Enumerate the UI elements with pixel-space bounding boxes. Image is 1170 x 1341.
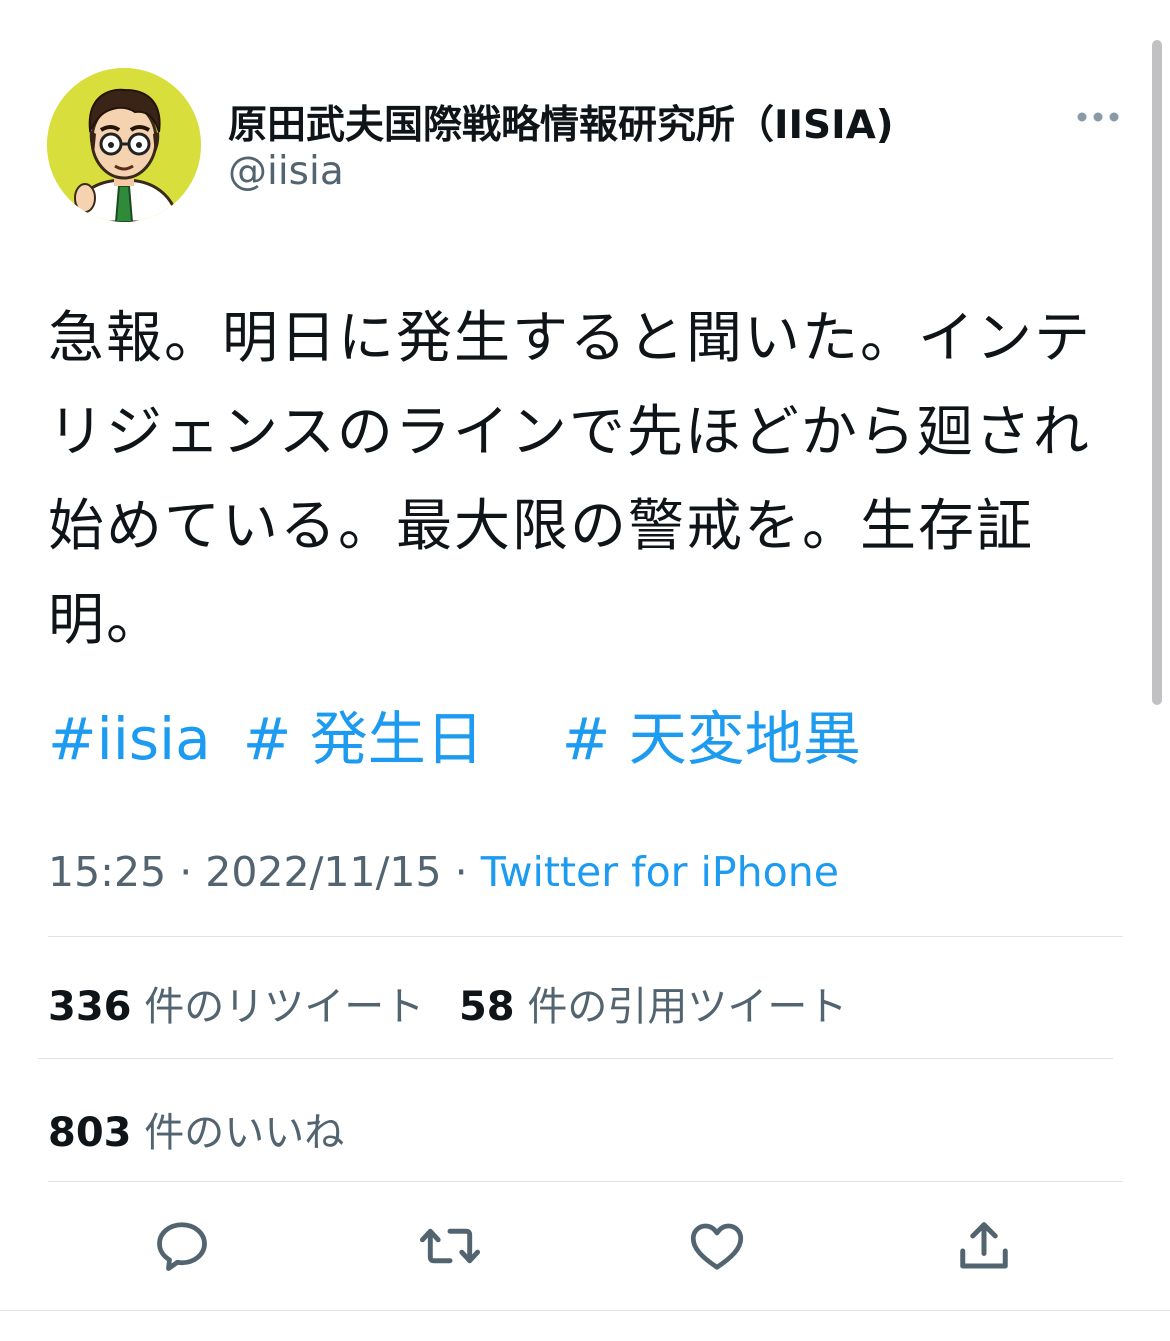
retweet-label: 件のリツイート bbox=[144, 984, 425, 1030]
divider bbox=[0, 1310, 1170, 1311]
more-dots-icon bbox=[1077, 112, 1119, 122]
meta-separator: · bbox=[166, 848, 206, 896]
reply-icon bbox=[157, 1222, 207, 1271]
quote-label: 件の引用ツイート bbox=[527, 984, 848, 1030]
retweet-icon bbox=[419, 1228, 481, 1264]
divider bbox=[48, 936, 1123, 937]
hashtag-link[interactable]: # 発生日 bbox=[243, 705, 484, 773]
like-label: 件のいいね bbox=[144, 1110, 345, 1156]
hashtag-link[interactable]: #iisia bbox=[48, 705, 211, 773]
divider bbox=[38, 1058, 1113, 1059]
likes-stat[interactable]: 803 件のいいね bbox=[48, 1110, 344, 1156]
user-handle[interactable]: @iisia bbox=[228, 149, 344, 194]
avatar-illustration bbox=[47, 68, 201, 222]
scrollbar[interactable] bbox=[1152, 40, 1162, 705]
quote-count: 58 bbox=[458, 984, 515, 1030]
like-button[interactable] bbox=[677, 1206, 757, 1286]
tweet-source-link[interactable]: Twitter for iPhone bbox=[481, 848, 839, 896]
tweet-date[interactable]: 2022/11/15 bbox=[205, 848, 441, 896]
retweets-stat[interactable]: 336 件のリツイート bbox=[48, 984, 424, 1030]
share-button[interactable] bbox=[944, 1206, 1024, 1286]
divider bbox=[48, 1181, 1123, 1182]
display-name[interactable]: 原田武夫国際戦略情報研究所（IISIA) bbox=[228, 94, 894, 150]
avatar[interactable] bbox=[47, 68, 201, 222]
stats-row-retweets: 336 件のリツイート 58 件の引用ツイート bbox=[48, 974, 847, 1032]
more-options-button[interactable] bbox=[1068, 100, 1128, 134]
like-icon bbox=[690, 1223, 744, 1270]
stats-row-likes: 803 件のいいね bbox=[48, 1100, 344, 1158]
reply-button[interactable] bbox=[142, 1206, 222, 1286]
tweet-time[interactable]: 15:25 bbox=[48, 848, 166, 896]
retweet-count: 336 bbox=[48, 984, 132, 1030]
retweet-button[interactable] bbox=[410, 1206, 490, 1286]
tweet-meta: 15:25 · 2022/11/15 · Twitter for iPhone bbox=[48, 848, 839, 896]
hashtag-list: #iisia # 発生日 # 天変地異 bbox=[48, 692, 861, 776]
tweet-text: 急報。明日に発生すると聞いた。インテリジェンスのラインで先ほどから廻され始めてい… bbox=[48, 306, 1092, 653]
share-icon bbox=[960, 1222, 1008, 1269]
quotes-stat[interactable]: 58 件の引用ツイート bbox=[459, 984, 847, 1030]
meta-separator: · bbox=[441, 848, 481, 896]
like-count: 803 bbox=[48, 1110, 132, 1156]
hashtag-link[interactable]: # 天変地異 bbox=[562, 705, 861, 773]
